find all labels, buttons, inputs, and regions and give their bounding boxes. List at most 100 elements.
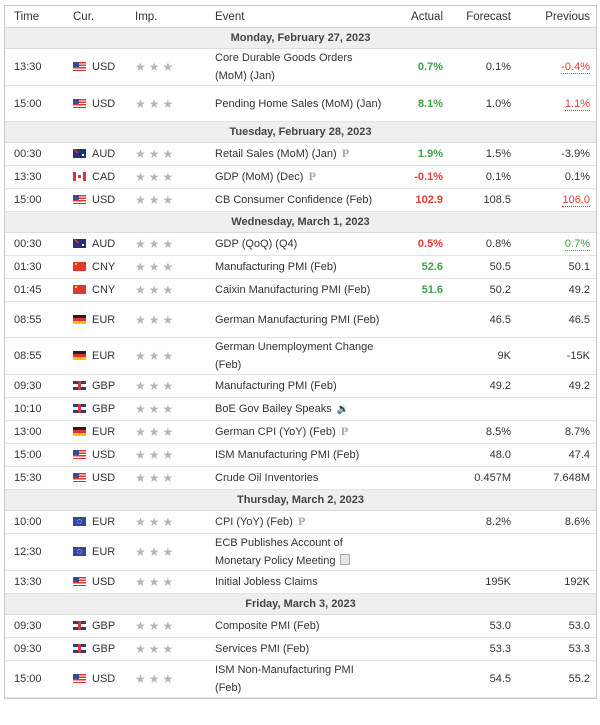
day-separator: Tuesday, February 28, 2023 [5, 121, 596, 143]
event-name-link[interactable]: Composite PMI (Feb) [215, 620, 320, 632]
previous-revised-value[interactable]: 1.1% [564, 97, 590, 111]
event-row[interactable]: 15:30 USD ★★★ Crude Oil Inventories 0.45… [5, 466, 596, 490]
previous-value: 46.5 [568, 313, 590, 326]
event-name-link[interactable]: CPI (YoY) (Feb) [215, 516, 293, 528]
event-name-link[interactable]: Core Durable Goods Orders (MoM) (Jan) [215, 52, 353, 82]
flag-gb-icon [73, 644, 86, 653]
flag-us-icon [73, 450, 86, 459]
col-header-forecast[interactable]: Forecast [443, 6, 511, 28]
col-header-importance[interactable]: Imp. [135, 6, 215, 28]
forecast-value: 8.2% [443, 510, 511, 534]
document-icon[interactable] [340, 554, 351, 565]
actual-value [387, 614, 443, 638]
forecast-value: 8.5% [443, 420, 511, 444]
event-row[interactable]: 01:30 CNY ★★★ Manufacturing PMI (Feb) 52… [5, 255, 596, 279]
event-name-link[interactable]: BoE Gov Bailey Speaks [215, 403, 332, 415]
event-time: 15:30 [5, 466, 73, 490]
event-row[interactable]: 13:00 EUR ★★★ German CPI (YoY) (Feb) P 8.… [5, 420, 596, 444]
event-row[interactable]: 12:30 EUR ★★★ ECB Publishes Account of M… [5, 533, 596, 571]
preliminary-icon[interactable]: P [298, 517, 306, 528]
preliminary-icon[interactable]: P [342, 149, 350, 160]
previous-value: 53.0 [568, 620, 590, 632]
preliminary-icon[interactable]: P [308, 172, 316, 183]
importance-stars-icon: ★★★ [135, 349, 177, 363]
event-name-link[interactable]: German Manufacturing PMI (Feb) [215, 314, 379, 326]
event-time: 12:30 [5, 533, 73, 571]
event-name-link[interactable]: Services PMI (Feb) [215, 643, 309, 655]
actual-value [387, 466, 443, 490]
event-name-link[interactable]: German CPI (YoY) (Feb) [215, 426, 336, 438]
event-name-link[interactable]: Retail Sales (MoM) (Jan) [215, 148, 337, 160]
event-row[interactable]: 15:00 USD ★★★ ISM Non-Manufacturing PMI … [5, 660, 596, 698]
event-row[interactable]: 13:30 USD ★★★ Initial Jobless Claims 195… [5, 570, 596, 594]
importance-stars-icon: ★★★ [135, 237, 177, 251]
forecast-value: 50.5 [443, 255, 511, 279]
event-name-link[interactable]: GDP (QoQ) (Q4) [215, 238, 297, 250]
event-row[interactable]: 09:30 GBP ★★★ Manufacturing PMI (Feb) 49… [5, 374, 596, 398]
day-label: Thursday, March 2, 2023 [5, 489, 596, 511]
col-header-previous[interactable]: Previous [511, 6, 590, 28]
col-header-currency[interactable]: Cur. [73, 6, 135, 28]
event-name-link[interactable]: Caixin Manufacturing PMI (Feb) [215, 284, 370, 296]
flag-gb-icon [73, 621, 86, 630]
previous-value: 49.2 [568, 380, 590, 392]
event-time: 08:55 [5, 337, 73, 375]
calendar-table: Time Cur. Imp. Event Actual Forecast Pre… [5, 6, 596, 698]
event-name-link[interactable]: ECB Publishes Account of Monetary Policy… [215, 537, 343, 567]
importance-stars-icon: ★★★ [135, 60, 177, 74]
event-name-link[interactable]: German Unemployment Change (Feb) [215, 341, 373, 371]
flag-de-icon [73, 314, 86, 324]
preliminary-icon[interactable]: P [341, 427, 349, 438]
previous-value: -3.9% [561, 148, 590, 160]
currency-code: EUR [92, 516, 116, 528]
event-row[interactable]: 01:45 CNY ★★★ Caixin Manufacturing PMI (… [5, 278, 596, 302]
currency-code: AUD [92, 238, 116, 250]
actual-value: -0.1% [387, 165, 443, 189]
currency-code: EUR [92, 426, 116, 438]
event-name-link[interactable]: CB Consumer Confidence (Feb) [215, 194, 372, 206]
event-name-link[interactable]: Pending Home Sales (MoM) (Jan) [215, 98, 381, 110]
forecast-value: 1.0% [443, 85, 511, 122]
event-name-link[interactable]: Manufacturing PMI (Feb) [215, 261, 337, 273]
actual-value: 1.9% [387, 142, 443, 166]
previous-value: 50.1 [568, 261, 590, 273]
event-name-link[interactable]: ISM Non-Manufacturing PMI (Feb) [215, 664, 354, 694]
event-name-link[interactable]: Manufacturing PMI (Feb) [215, 380, 337, 392]
importance-stars-icon: ★★★ [135, 147, 177, 161]
day-label: Wednesday, March 1, 2023 [5, 211, 596, 233]
event-row[interactable]: 09:30 GBP ★★★ Composite PMI (Feb) 53.0 5… [5, 614, 596, 638]
importance-stars-icon: ★★★ [135, 96, 177, 111]
event-row[interactable]: 00:30 AUD ★★★ GDP (QoQ) (Q4) 0.5% 0.8% 0… [5, 232, 596, 256]
previous-revised-value[interactable]: 106.0 [562, 194, 590, 207]
event-name-link[interactable]: Crude Oil Inventories [215, 472, 318, 484]
actual-value [387, 570, 443, 594]
event-time: 13:30 [5, 48, 73, 86]
previous-value: 53.3 [568, 643, 590, 655]
event-row[interactable]: 15:00 USD ★★★ ISM Manufacturing PMI (Feb… [5, 443, 596, 467]
event-name-link[interactable]: GDP (MoM) (Dec) [215, 171, 303, 183]
col-header-time[interactable]: Time [5, 6, 73, 28]
event-row[interactable]: 00:30 AUD ★★★ Retail Sales (MoM) (Jan) P … [5, 142, 596, 166]
event-row[interactable]: 15:00 USD ★★★ CB Consumer Confidence (Fe… [5, 188, 596, 212]
event-row[interactable]: 13:30 CAD ★★★ GDP (MoM) (Dec) P -0.1% 0.1… [5, 165, 596, 189]
currency-code: EUR [92, 546, 116, 558]
col-header-actual[interactable]: Actual [387, 6, 443, 28]
previous-revised-value[interactable]: 0.7% [564, 238, 590, 251]
previous-revised-value[interactable]: -0.4% [561, 61, 590, 74]
event-name-link[interactable]: Initial Jobless Claims [215, 576, 318, 588]
forecast-value [443, 397, 511, 421]
event-row[interactable]: 09:30 GBP ★★★ Services PMI (Feb) 53.3 53… [5, 637, 596, 661]
event-row[interactable]: 10:10 GBP ★★★ BoE Gov Bailey Speaks 🔉 [5, 397, 596, 421]
event-row[interactable]: 08:55 EUR ★★★ German Unemployment Change… [5, 337, 596, 375]
event-row[interactable]: 08:55 EUR ★★★ German Manufacturing PMI (… [5, 301, 596, 338]
speaker-icon[interactable]: 🔉 [337, 404, 349, 415]
event-row[interactable]: 15:00 USD ★★★ Pending Home Sales (MoM) (… [5, 85, 596, 122]
event-row[interactable]: 10:00 EUR ★★★ CPI (YoY) (Feb) P 8.2% 8.6% [5, 510, 596, 534]
event-time: 15:00 [5, 443, 73, 467]
event-time: 09:30 [5, 637, 73, 661]
importance-stars-icon: ★★★ [135, 260, 177, 274]
event-time: 10:00 [5, 510, 73, 534]
col-header-event[interactable]: Event [215, 6, 387, 28]
event-row[interactable]: 13:30 USD ★★★ Core Durable Goods Orders … [5, 48, 596, 86]
event-name-link[interactable]: ISM Manufacturing PMI (Feb) [215, 449, 359, 461]
